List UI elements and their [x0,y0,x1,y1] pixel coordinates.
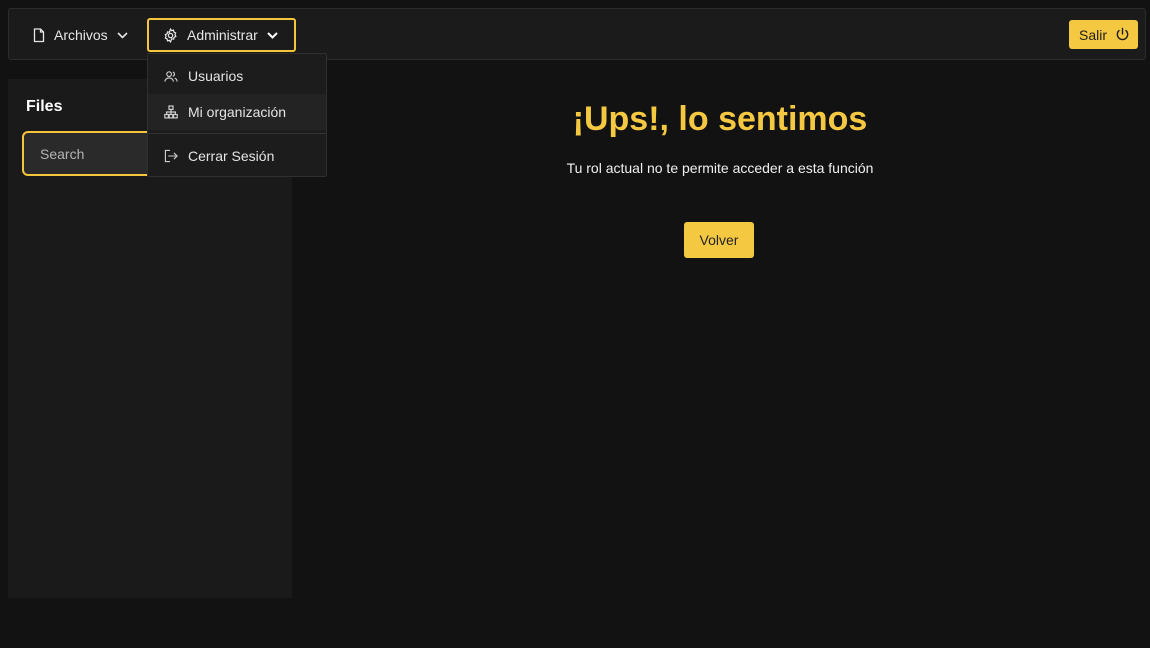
menu-item-sign-out-label: Cerrar Sesión [188,148,275,164]
menu-item-users-label: Usuarios [188,68,244,84]
gear-icon [163,27,178,43]
power-icon [1115,27,1130,42]
admin-menu-label: Administrar [187,27,258,43]
files-menu-label: Archivos [54,27,108,43]
back-button[interactable]: Volver [684,222,754,258]
chevron-down-icon [117,31,128,39]
menu-divider [148,133,326,134]
admin-menu-button[interactable]: Administrar [147,18,296,52]
users-icon [164,70,178,83]
menu-item-organization[interactable]: Mi organización [148,94,326,130]
logout-button[interactable]: Salir [1068,20,1138,49]
chevron-down-icon [267,31,278,39]
sitemap-icon [164,105,178,119]
menu-item-organization-label: Mi organización [188,104,287,120]
error-message: Tu rol actual no te permite acceder a es… [566,160,874,176]
sign-out-icon [164,149,178,163]
admin-dropdown-menu: Usuarios Mi organización Cerrar Sesión [147,53,327,177]
files-menu-button[interactable]: Archivos [25,18,136,52]
sidebar-title: Files [26,98,63,115]
file-icon [33,27,45,43]
menu-item-users[interactable]: Usuarios [148,58,326,94]
logout-label: Salir [1078,26,1107,43]
error-title: ¡Ups!, lo sentimos [572,100,868,138]
menu-item-sign-out[interactable]: Cerrar Sesión [148,138,326,174]
